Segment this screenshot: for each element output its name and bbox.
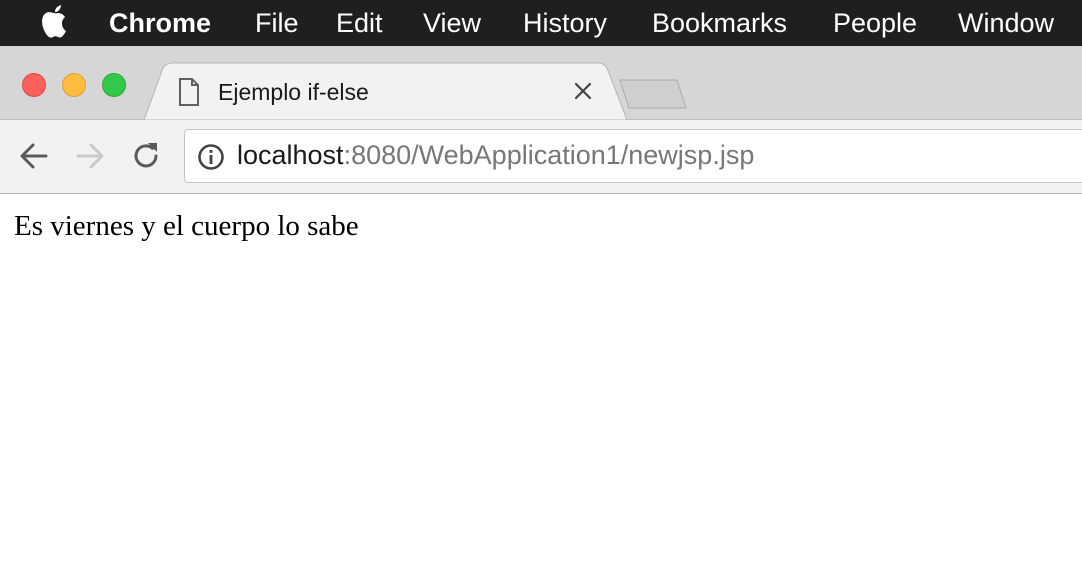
reload-icon[interactable]: [130, 140, 162, 172]
active-tab[interactable]: [143, 62, 628, 120]
menu-bar: Chrome File Edit View History Bookmarks …: [0, 0, 1082, 46]
menu-bookmarks[interactable]: Bookmarks: [652, 6, 787, 40]
page-text: Es viernes y el cuerpo lo sabe: [14, 210, 359, 242]
menu-people[interactable]: People: [833, 6, 917, 40]
url-host: localhost: [237, 140, 344, 170]
menu-view[interactable]: View: [423, 6, 481, 40]
tab-strip: Ejemplo if-else: [0, 46, 1082, 120]
menu-edit[interactable]: Edit: [336, 6, 383, 40]
address-bar[interactable]: localhost:8080/WebApplication1/newjsp.js…: [184, 129, 1082, 183]
back-arrow-icon[interactable]: [18, 140, 50, 172]
url-path: :8080/WebApplication1/newjsp.jsp: [343, 140, 755, 170]
url-text[interactable]: localhost:8080/WebApplication1/newjsp.js…: [237, 140, 754, 171]
new-tab-button[interactable]: [619, 79, 687, 109]
forward-arrow-icon[interactable]: [74, 140, 106, 172]
close-tab-icon[interactable]: [572, 80, 594, 102]
menu-window[interactable]: Window: [958, 6, 1054, 40]
menu-history[interactable]: History: [523, 6, 607, 40]
menu-file[interactable]: File: [255, 6, 299, 40]
info-icon[interactable]: [197, 143, 225, 171]
apple-icon[interactable]: [40, 5, 70, 39]
menu-app-name[interactable]: Chrome: [109, 6, 211, 40]
tab-title[interactable]: Ejemplo if-else: [218, 79, 369, 106]
browser-toolbar: localhost:8080/WebApplication1/newjsp.js…: [0, 120, 1082, 194]
document-icon: [179, 78, 199, 106]
tab-shapes: [143, 62, 687, 120]
